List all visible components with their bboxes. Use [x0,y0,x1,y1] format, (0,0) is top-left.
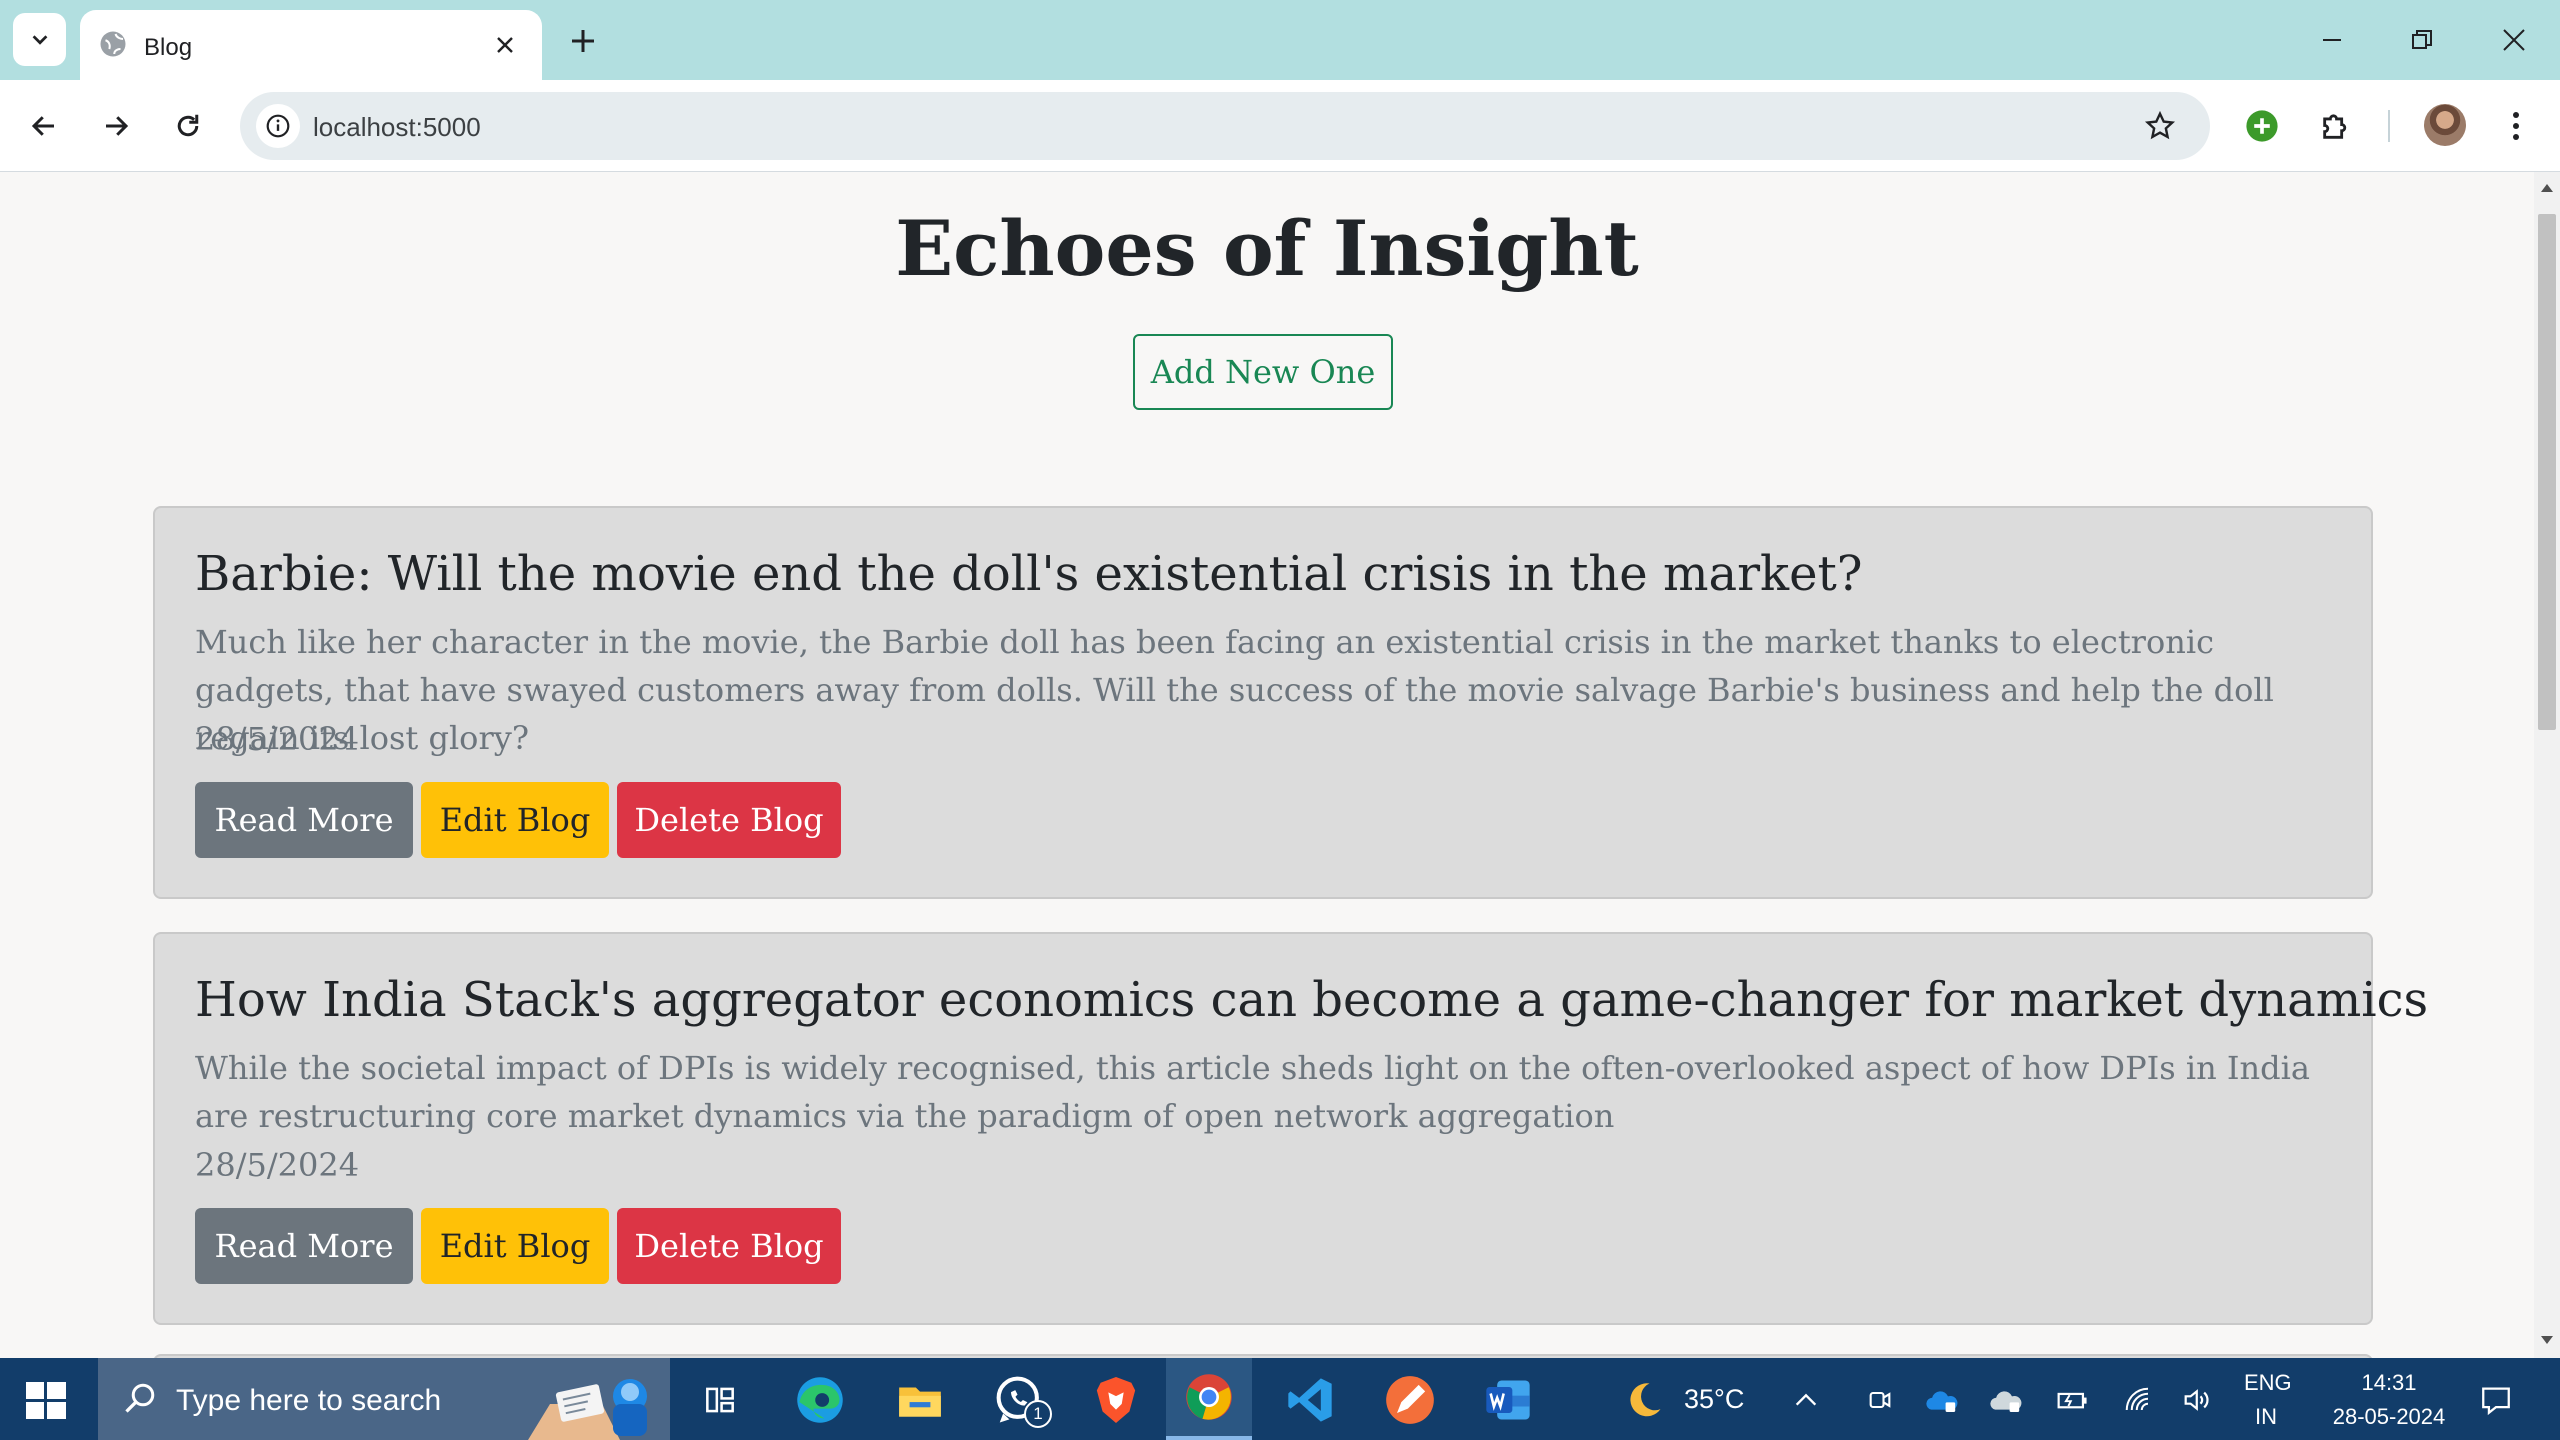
file-explorer-icon[interactable] [890,1370,950,1430]
forward-button[interactable] [92,102,140,150]
search-highlight-illustration-icon [528,1379,647,1440]
arrow-left-icon [31,116,54,136]
plus-icon [572,30,594,52]
weather-temperature[interactable]: 35°C [1684,1384,1744,1415]
browser-toolbar: localhost:5000 [0,80,2560,172]
language-code[interactable]: ENG [2244,1370,2292,1396]
page-viewport: Echoes of Insight Add New One Barbie: Wi… [0,172,2534,1358]
volume-icon[interactable] [2178,1370,2218,1430]
extension-add-button[interactable] [2240,104,2284,148]
delete-blog-button[interactable]: Delete Blog [617,1208,841,1284]
delete-blog-button[interactable]: Delete Blog [617,782,841,858]
extensions-button[interactable] [2314,104,2358,148]
page-title: Echoes of Insight [895,204,1639,293]
back-button[interactable] [20,102,68,150]
search-icon [125,1383,155,1413]
browser-menu-button[interactable] [2494,104,2538,148]
toolbar-divider [2388,110,2390,142]
notification-center-icon[interactable] [2466,1370,2526,1430]
language-region[interactable]: IN [2244,1404,2288,1430]
brave-browser-icon[interactable] [1086,1370,1146,1430]
chevron-up-icon[interactable] [1786,1370,1826,1430]
browser-tab-strip: Blog [0,0,2560,80]
tab-search-button[interactable] [13,13,66,66]
edge-browser-icon[interactable] [790,1370,850,1430]
word-icon[interactable] [1478,1370,1538,1430]
chevron-down-icon [32,34,47,45]
task-view-icon[interactable] [690,1370,750,1430]
address-bar[interactable]: localhost:5000 [240,92,2210,160]
scroll-down-arrow-icon[interactable] [2539,1332,2555,1348]
blog-card: How India Stack's aggregator economics c… [153,932,2428,1325]
info-icon [266,114,290,138]
scrollbar-thumb[interactable] [2538,214,2556,730]
drawing-app-icon[interactable] [1380,1370,1440,1430]
more-vertical-icon [2513,112,2519,140]
globe-icon [98,29,128,64]
search-placeholder: Type here to search [176,1384,442,1417]
tab-title: Blog [144,34,193,61]
meet-now-icon[interactable] [1860,1370,1900,1430]
vscode-icon[interactable] [1280,1370,1340,1430]
blog-card: Barbie: Will the movie end the doll's ex… [153,506,2373,899]
arrow-right-icon [106,116,129,136]
url-text[interactable]: localhost:5000 [313,112,481,143]
close-icon [497,37,513,53]
edit-blog-button[interactable]: Edit Blog [421,1208,609,1284]
read-more-button[interactable]: Read More [195,1208,413,1284]
star-icon [2144,110,2176,140]
blog-description: Much like her character in the movie, th… [195,623,2274,757]
windows-start-icon[interactable] [20,1378,72,1422]
onedrive-icon[interactable] [1920,1370,1964,1430]
wifi-icon[interactable] [2118,1370,2158,1430]
battery-icon[interactable] [2050,1370,2094,1430]
blog-title: How India Stack's aggregator economics c… [195,972,2429,1028]
page-scrollbar[interactable] [2534,172,2560,1358]
reload-icon [177,114,199,137]
windows-taskbar: Type here to search 1 35°C ENG IN 14:31 … [0,1358,2560,1440]
tab-close-button[interactable] [488,28,522,62]
clock-date[interactable]: 28-05-2024 [2324,1404,2454,1430]
blog-date: 28/5/2024 [195,720,360,758]
close-window-button[interactable] [2484,14,2544,66]
bookmark-button[interactable] [2140,106,2180,146]
chrome-browser-icon[interactable] [1166,1358,1252,1440]
onedrive-personal-icon[interactable] [1984,1370,2028,1430]
restore-button[interactable] [2392,14,2452,66]
taskbar-search-box[interactable]: Type here to search [98,1358,670,1440]
blog-title: Barbie: Will the movie end the doll's ex… [195,546,1863,602]
minimize-icon [2323,39,2341,41]
blog-description: While the societal impact of DPIs is wid… [195,1049,2310,1135]
edit-blog-button[interactable]: Edit Blog [421,782,609,858]
site-info-button[interactable] [256,104,300,148]
clock-time[interactable]: 14:31 [2324,1370,2454,1396]
blog-date: 28/5/2024 [195,1146,360,1184]
reload-button[interactable] [164,102,212,150]
plus-circle-icon [2246,110,2278,142]
browser-tab-active[interactable]: Blog [80,10,542,80]
scroll-up-arrow-icon[interactable] [2539,180,2555,196]
new-tab-button[interactable] [562,20,604,62]
read-more-button[interactable]: Read More [195,782,413,858]
puzzle-icon [2323,114,2347,139]
restore-icon [2412,30,2432,49]
whatsapp-icon[interactable]: 1 [990,1370,1052,1430]
add-new-button[interactable]: Add New One [1133,334,1393,410]
weather-moon-icon[interactable] [1614,1370,1674,1430]
whatsapp-badge: 1 [1024,1400,1052,1428]
minimize-button[interactable] [2302,14,2362,66]
profile-avatar[interactable] [2424,104,2466,146]
close-icon [2503,29,2525,51]
